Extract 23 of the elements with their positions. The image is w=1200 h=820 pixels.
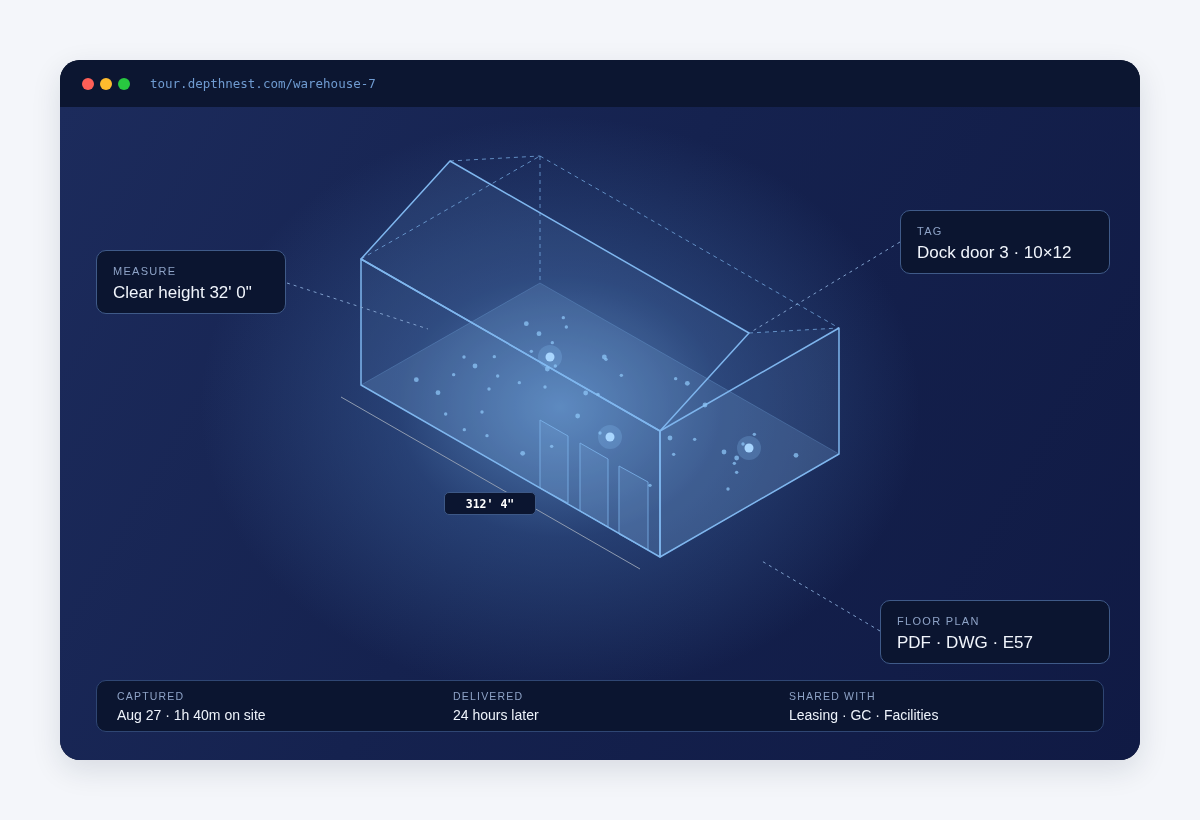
callout-value: PDF · DWG · E57 xyxy=(897,632,1033,654)
callout-label: FLOOR PLAN xyxy=(897,614,980,628)
stat-label: DELIVERED xyxy=(453,689,524,703)
maximize-window-icon[interactable] xyxy=(118,77,130,90)
callout-label: MEASURE xyxy=(113,264,177,278)
hotspot-marker[interactable] xyxy=(598,425,622,449)
stat-label: CAPTURED xyxy=(117,689,185,703)
stat-label: SHARED WITH xyxy=(789,689,876,703)
callout-card[interactable]: FLOOR PLAN PDF · DWG · E57 xyxy=(880,600,1110,664)
callout-card[interactable]: MEASURE Clear height 32' 0" xyxy=(96,250,286,314)
stat-value: Aug 27 · 1h 40m on site xyxy=(117,706,266,724)
hotspot-marker[interactable] xyxy=(737,436,761,460)
callout-card[interactable]: TAG Dock door 3 · 10×12 xyxy=(900,210,1110,274)
stat-value: Leasing · GC · Facilities xyxy=(789,706,939,724)
callout-value: Dock door 3 · 10×12 xyxy=(917,242,1072,264)
minimize-window-icon[interactable] xyxy=(100,77,112,90)
dimension-label: 312' 4" xyxy=(444,492,536,515)
callout-value: Clear height 32' 0" xyxy=(113,282,252,304)
hotspot-marker[interactable] xyxy=(538,345,562,369)
close-window-icon[interactable] xyxy=(82,77,94,90)
callout-label: TAG xyxy=(917,224,943,238)
stat-value: 24 hours later xyxy=(453,706,539,724)
address-url[interactable]: tour.depthnest.com/warehouse-7 xyxy=(150,76,376,91)
